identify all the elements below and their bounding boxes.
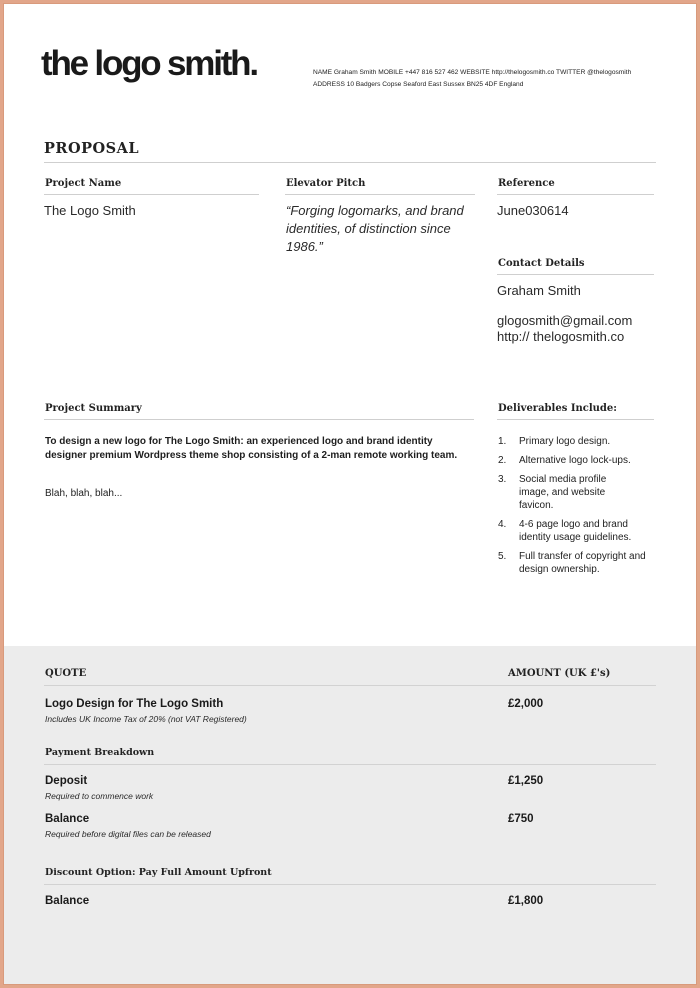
list-text: 4-6 page logo and brand identity usage g… [519,519,632,543]
divider [497,194,654,195]
balance-note: Required before digital files can be rel… [45,829,211,839]
deliverables-list: 1. Primary logo design. 2. Alternative log… [498,435,658,582]
divider [44,685,656,686]
project-summary-filler: Blah, blah, blah... [45,488,123,499]
divider [44,884,656,885]
project-name-label: Project Name [45,178,122,189]
divider [44,162,656,163]
quote-item-amount: £2,000 [508,698,544,710]
quote-item-title: Logo Design for The Logo Smith [45,698,224,710]
discount-option-label: Discount Option: Pay Full Amount Upfront [45,867,272,878]
contact-name: Graham Smith [497,283,581,298]
project-summary-text: To design a new logo for The Logo Smith:… [45,436,458,461]
project-name-value: The Logo Smith [44,203,136,218]
balance-title: Balance [45,813,90,825]
list-item: 3. Social media profile image, and websit… [498,473,658,512]
list-item: 5. Full transfer of copyright and design … [498,550,658,576]
list-item: 1. Primary logo design. [498,435,658,448]
reference-label: Reference [498,178,555,189]
balance-amount: £750 [508,813,534,825]
deliverables-label: Deliverables Include: [498,403,617,414]
amount-label: AMOUNT (UK £'s) [508,668,611,679]
proposal-document: the logo smith. NAME Graham Smith MOBILE… [3,3,697,985]
list-text: Social media profile image, and website … [519,474,607,511]
header-address-line: ADDRESS 10 Badgers Copse Seaford East Su… [313,81,524,88]
elevator-pitch-label: Elevator Pitch [286,178,366,189]
contact-email[interactable]: glogosmith@gmail.com [497,313,632,328]
reference-value: June030614 [497,203,569,218]
deposit-note: Required to commence work [45,791,154,801]
list-text: Primary logo design. [519,436,611,447]
list-number: 2. [498,455,507,466]
list-item: 4. 4-6 page logo and brand identity usage… [498,518,658,544]
list-text: Alternative logo lock-ups. [519,455,631,466]
list-text: Full transfer of copyright and design ow… [519,551,646,575]
deposit-amount: £1,250 [508,775,544,787]
list-number: 3. [498,474,507,485]
quote-label: QUOTE [45,668,87,679]
list-item: 2. Alternative logo lock-ups. [498,454,658,467]
project-summary-label: Project Summary [45,403,142,414]
contact-website[interactable]: http:// thelogosmith.co [497,329,624,344]
divider [44,419,474,420]
list-number: 1. [498,436,507,447]
divider [44,194,259,195]
header-contact-line: NAME Graham Smith MOBILE +447 816 527 46… [313,69,632,76]
contact-details-label: Contact Details [498,258,585,269]
deposit-title: Deposit [45,775,88,787]
payment-breakdown-label: Payment Breakdown [45,747,155,758]
discount-balance-title: Balance [45,895,90,907]
quote-section-background [4,646,696,984]
divider [285,194,475,195]
divider [497,419,654,420]
logo: the logo smith. [41,44,259,83]
divider [44,764,656,765]
list-number: 5. [498,551,507,562]
elevator-pitch-value: “Forging logomarks, and brand identities… [286,203,464,254]
divider [497,274,654,275]
list-number: 4. [498,519,507,530]
page-title: PROPOSAL [44,140,140,157]
quote-item-note: Includes UK Income Tax of 20% (not VAT R… [45,714,247,724]
discount-balance-amount: £1,800 [508,895,544,907]
